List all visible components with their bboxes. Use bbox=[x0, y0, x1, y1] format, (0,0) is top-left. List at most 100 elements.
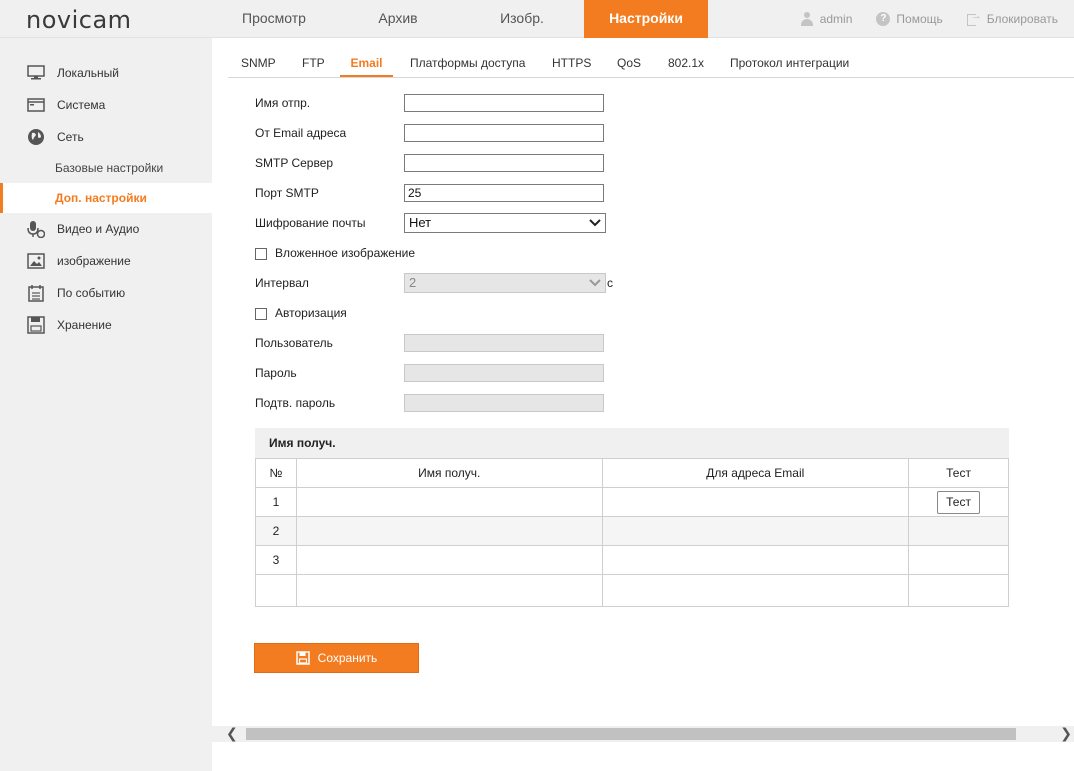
save-button[interactable]: Сохранить bbox=[254, 643, 419, 673]
top-nav: Просмотр Архив Изобр. Настройки bbox=[212, 0, 708, 38]
recipient-email-cell[interactable] bbox=[601, 516, 910, 546]
auth-label: Авторизация bbox=[275, 306, 347, 320]
column-header-name: Имя получ. bbox=[295, 458, 603, 488]
auth-checkbox[interactable] bbox=[255, 308, 267, 320]
sender-name-input[interactable] bbox=[404, 94, 604, 112]
tab-snmp[interactable]: SNMP bbox=[241, 50, 276, 77]
nav-picture[interactable]: Изобр. bbox=[460, 0, 584, 38]
interval-value: 2 bbox=[409, 275, 417, 290]
sidebar-item-image[interactable]: изображение bbox=[0, 246, 212, 276]
table-row-empty bbox=[255, 574, 1009, 607]
sidebar-sub-advanced-settings[interactable]: Доп. настройки bbox=[0, 183, 212, 213]
user-label: Пользователь bbox=[255, 336, 333, 350]
floppy-icon bbox=[26, 315, 46, 335]
sidebar-item-event[interactable]: По событию bbox=[0, 278, 212, 308]
recipient-email-cell[interactable] bbox=[601, 545, 910, 575]
logout-link[interactable]: Блокировать bbox=[966, 10, 1058, 26]
smtp-port-label: Порт SMTP bbox=[255, 186, 319, 200]
user-name: admin bbox=[819, 12, 853, 26]
tab-qos[interactable]: QoS bbox=[617, 50, 641, 77]
horizontal-scrollbar[interactable]: ❮ ❯ bbox=[212, 725, 1074, 742]
recipients-header: Имя получ. bbox=[255, 428, 1009, 458]
interval-select[interactable]: 2 bbox=[404, 273, 606, 293]
table-row: 2 bbox=[255, 516, 1009, 546]
sidebar-item-label: Локальный bbox=[57, 66, 119, 80]
empty-cell bbox=[295, 574, 603, 607]
tab-email[interactable]: Email bbox=[340, 50, 393, 77]
logout-label: Блокировать bbox=[986, 12, 1058, 26]
sender-email-label: От Email адреса bbox=[255, 126, 347, 140]
sidebar-item-label: Система bbox=[57, 98, 106, 112]
nav-live-view[interactable]: Просмотр bbox=[212, 0, 336, 38]
logout-icon bbox=[966, 10, 982, 26]
column-header-test: Тест bbox=[908, 458, 1009, 488]
monitor-icon bbox=[26, 63, 46, 83]
sidebar-item-label: Хранение bbox=[57, 318, 112, 332]
test-cell: Тест bbox=[908, 487, 1009, 517]
help-link[interactable]: ? Помощь bbox=[876, 12, 943, 26]
table-header-row: № Имя получ. Для адреса Email Тест bbox=[255, 458, 1009, 488]
column-header-email: Для адреса Email bbox=[601, 458, 910, 488]
sender-name-label: Имя отпр. bbox=[255, 96, 311, 110]
user-icon bbox=[800, 12, 814, 26]
user-menu[interactable]: admin bbox=[800, 12, 853, 26]
microphone-icon bbox=[26, 219, 46, 239]
encryption-label: Шифрование почты bbox=[255, 216, 366, 230]
sidebar-item-label: Сеть bbox=[57, 130, 84, 144]
chevron-down-icon bbox=[589, 279, 601, 287]
tab-ftp[interactable]: FTP bbox=[302, 50, 325, 77]
smtp-port-input[interactable] bbox=[404, 184, 604, 202]
empty-cell bbox=[908, 574, 1009, 607]
sidebar-item-local[interactable]: Локальный bbox=[0, 58, 212, 88]
confirm-password-label: Подтв. пароль bbox=[255, 396, 336, 410]
recipient-name-cell[interactable] bbox=[295, 487, 603, 517]
user-input[interactable] bbox=[404, 334, 604, 352]
smtp-server-input[interactable] bbox=[404, 154, 604, 172]
table-row: 3 bbox=[255, 545, 1009, 575]
smtp-server-label: SMTP Сервер bbox=[255, 156, 334, 170]
confirm-password-input[interactable] bbox=[404, 394, 604, 412]
interval-label: Интервал bbox=[255, 276, 309, 290]
sidebar-item-label: изображение bbox=[57, 254, 131, 268]
chevron-down-icon bbox=[589, 219, 601, 227]
tab-integration-protocol[interactable]: Протокол интеграции bbox=[730, 50, 849, 77]
sidebar-item-system[interactable]: Система bbox=[0, 90, 212, 120]
sidebar-item-storage[interactable]: Хранение bbox=[0, 310, 212, 340]
attach-image-checkbox[interactable] bbox=[255, 248, 267, 260]
recipients-table: № Имя получ. Для адреса Email Тест 1 Тес… bbox=[255, 458, 1009, 607]
row-number: 3 bbox=[255, 545, 297, 575]
attach-image-label: Вложенное изображение bbox=[275, 246, 415, 260]
sender-email-input[interactable] bbox=[404, 124, 604, 142]
help-label: Помощь bbox=[896, 12, 943, 26]
system-icon bbox=[26, 95, 46, 115]
floppy-icon bbox=[295, 651, 310, 665]
password-input[interactable] bbox=[404, 364, 604, 382]
help-icon: ? bbox=[876, 12, 891, 26]
encryption-value: Нет bbox=[409, 215, 432, 230]
tab-8021x[interactable]: 802.1x bbox=[668, 50, 704, 77]
scroll-right-icon[interactable]: ❯ bbox=[1060, 725, 1072, 742]
tab-https[interactable]: HTTPS bbox=[552, 50, 591, 77]
scrollbar-thumb[interactable] bbox=[246, 728, 1016, 740]
scroll-left-icon[interactable]: ❮ bbox=[226, 725, 238, 742]
nav-playback[interactable]: Архив bbox=[336, 0, 460, 38]
password-label: Пароль bbox=[255, 366, 297, 380]
image-icon bbox=[26, 251, 46, 271]
logo: novicam bbox=[26, 6, 132, 34]
sidebar-item-video-audio[interactable]: Видео и Аудио bbox=[0, 214, 212, 244]
sidebar-sub-basic-settings[interactable]: Базовые настройки bbox=[0, 153, 212, 183]
recipient-name-cell[interactable] bbox=[295, 516, 603, 546]
empty-cell bbox=[601, 574, 910, 607]
test-button[interactable]: Тест bbox=[937, 490, 981, 514]
sidebar-item-network[interactable]: Сеть bbox=[0, 122, 212, 152]
nav-configuration[interactable]: Настройки bbox=[584, 0, 708, 38]
tab-access-platforms[interactable]: Платформы доступа bbox=[410, 50, 525, 77]
row-number: 2 bbox=[255, 516, 297, 546]
sidebar-item-label: По событию bbox=[57, 286, 126, 300]
test-cell bbox=[908, 545, 1009, 575]
recipient-email-cell[interactable] bbox=[601, 487, 910, 517]
sidebar: Локальный Система Сеть Базовые настройки… bbox=[0, 38, 212, 771]
recipient-name-cell[interactable] bbox=[295, 545, 603, 575]
encryption-select[interactable]: Нет bbox=[404, 213, 606, 233]
row-number: 1 bbox=[255, 487, 297, 517]
